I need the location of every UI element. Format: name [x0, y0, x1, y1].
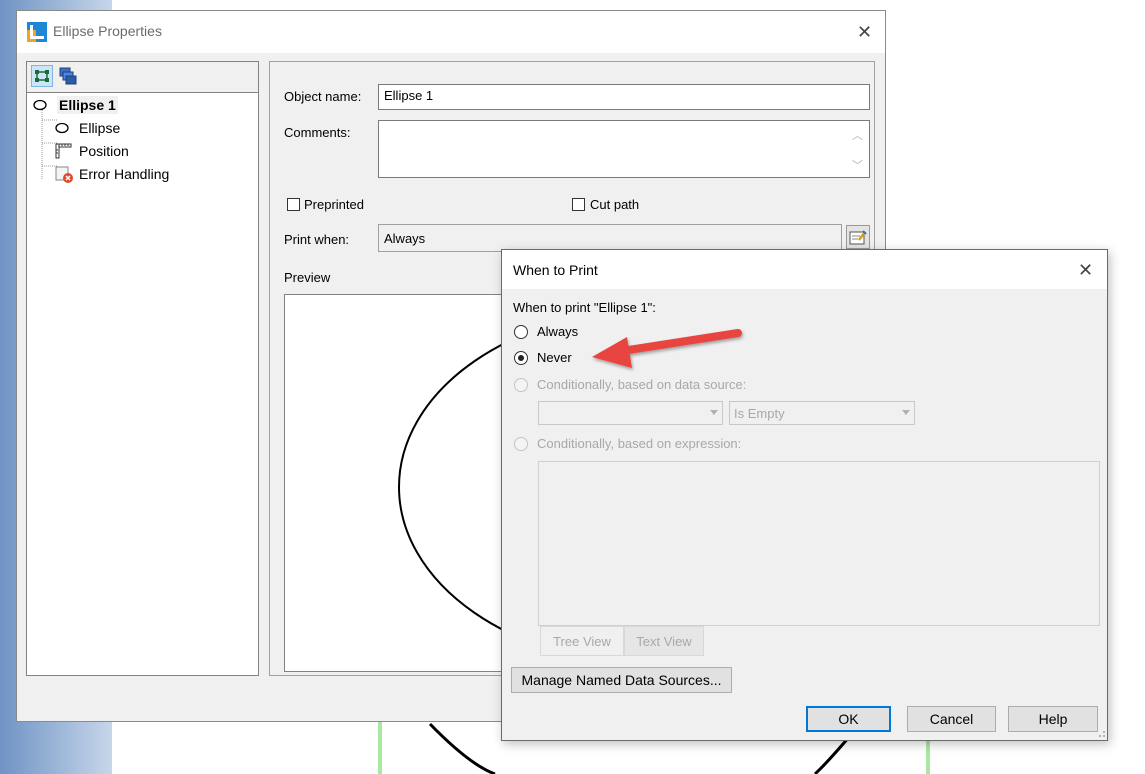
- annotation-arrow-icon: [592, 329, 742, 368]
